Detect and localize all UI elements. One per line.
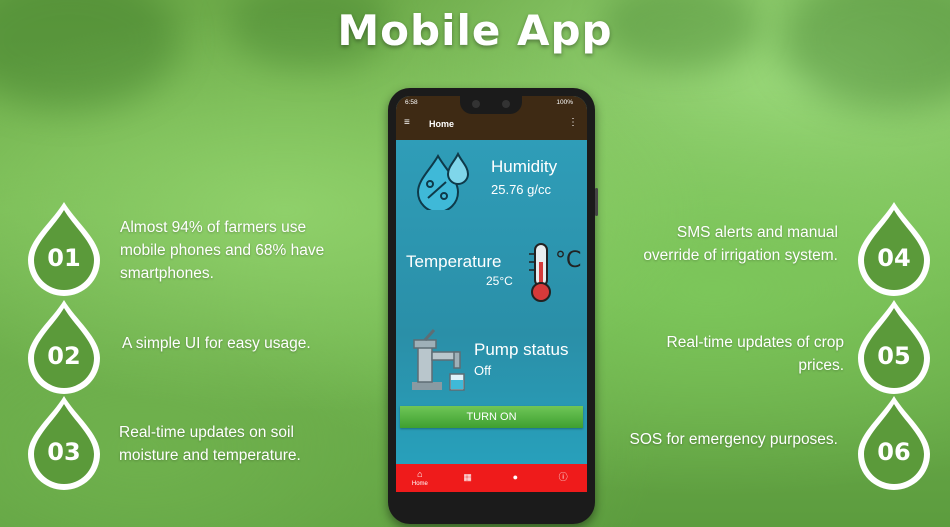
phone-mockup: 6:58 100% ≡ Home ⋮ Humidity 25.76 g/cc T… bbox=[388, 88, 598, 524]
person-icon: ● bbox=[512, 472, 519, 482]
humidity-value: 25.76 g/cc bbox=[491, 182, 551, 197]
feature-text-line: moisture and temperature. bbox=[119, 447, 301, 464]
feature-text-line: override of irrigation system. bbox=[643, 247, 838, 264]
camera-icon bbox=[502, 100, 510, 108]
pump-status-label: Pump status bbox=[474, 340, 569, 359]
feature-text-06: SOS for emergency purposes. bbox=[630, 428, 839, 451]
more-options-icon[interactable]: ⋮ bbox=[568, 117, 578, 128]
feature-text-line: A simple UI for easy usage. bbox=[122, 335, 311, 352]
feature-badge-01: 01 bbox=[24, 200, 104, 296]
status-time: 6:58 bbox=[405, 99, 418, 106]
humidity-label: Humidity bbox=[491, 157, 558, 176]
feature-number: 06 bbox=[877, 438, 911, 466]
nav-home-label: Home bbox=[411, 481, 428, 487]
turn-on-button[interactable]: TURN ON bbox=[400, 406, 583, 428]
bottom-navigation: ⌂ Home ▦ ● ⓘ bbox=[396, 464, 587, 492]
feature-text-line: Real-time updates on soil bbox=[119, 424, 294, 441]
feature-number: 04 bbox=[877, 244, 911, 272]
feature-text-02: A simple UI for easy usage. bbox=[122, 332, 311, 355]
home-icon: ⌂ bbox=[417, 469, 423, 479]
feature-text-line: Real-time updates of crop bbox=[666, 334, 844, 351]
feature-badge-05: 05 bbox=[854, 298, 934, 394]
feature-text-line: SOS for emergency purposes. bbox=[629, 431, 839, 448]
feature-badge-06: 06 bbox=[854, 394, 934, 490]
feature-text-line: prices. bbox=[798, 357, 844, 374]
feature-text-line: Almost 94% of farmers use bbox=[120, 219, 307, 236]
nav-dashboard[interactable]: ▦ bbox=[444, 464, 492, 492]
nav-profile[interactable]: ● bbox=[492, 464, 540, 492]
feature-text-03: Real-time updates on soil moisture and t… bbox=[119, 421, 301, 467]
feature-badge-04: 04 bbox=[854, 200, 934, 296]
feature-text-04: SMS alerts and manual override of irriga… bbox=[643, 221, 838, 267]
feature-badge-02: 02 bbox=[24, 298, 104, 394]
nav-home[interactable]: ⌂ Home bbox=[396, 464, 444, 492]
feature-number: 02 bbox=[47, 342, 81, 370]
feature-text-line: mobile phones and 68% have bbox=[120, 242, 325, 259]
feature-number: 03 bbox=[47, 438, 81, 466]
feature-text-line: smartphones. bbox=[120, 265, 214, 282]
dashboard-icon: ▦ bbox=[463, 472, 472, 482]
celsius-icon: °C bbox=[555, 248, 582, 273]
feature-text-line: SMS alerts and manual bbox=[676, 224, 838, 241]
temperature-value: 25°C bbox=[486, 274, 513, 288]
feature-number: 05 bbox=[877, 342, 911, 370]
water-pump-icon bbox=[412, 328, 465, 391]
humidity-drop-icon bbox=[416, 151, 470, 210]
app-title: Home bbox=[429, 119, 455, 129]
phone-side-button bbox=[595, 188, 598, 216]
battery-level: 100% bbox=[556, 99, 573, 106]
phone-screen: 6:58 100% ≡ Home ⋮ Humidity 25.76 g/cc T… bbox=[396, 96, 587, 492]
info-icon: ⓘ bbox=[558, 472, 568, 482]
feature-text-05: Real-time updates of crop prices. bbox=[667, 331, 844, 377]
pump-status-value: Off bbox=[474, 363, 492, 378]
feature-number: 01 bbox=[47, 244, 81, 272]
temperature-label: Temperature bbox=[406, 252, 502, 271]
nav-info[interactable]: ⓘ bbox=[539, 464, 587, 492]
phone-notch bbox=[460, 96, 522, 114]
thermometer-icon bbox=[529, 243, 551, 302]
app-bar: ≡ Home ⋮ bbox=[396, 110, 587, 140]
camera-icon bbox=[472, 100, 480, 108]
feature-badge-03: 03 bbox=[24, 394, 104, 490]
page-title: Mobile App bbox=[337, 6, 613, 55]
dashboard-content: Humidity 25.76 g/cc Temperature 25°C °C bbox=[396, 140, 587, 464]
feature-text-01: Almost 94% of farmers use mobile phones … bbox=[120, 216, 324, 285]
hamburger-menu-icon[interactable]: ≡ bbox=[404, 117, 410, 128]
